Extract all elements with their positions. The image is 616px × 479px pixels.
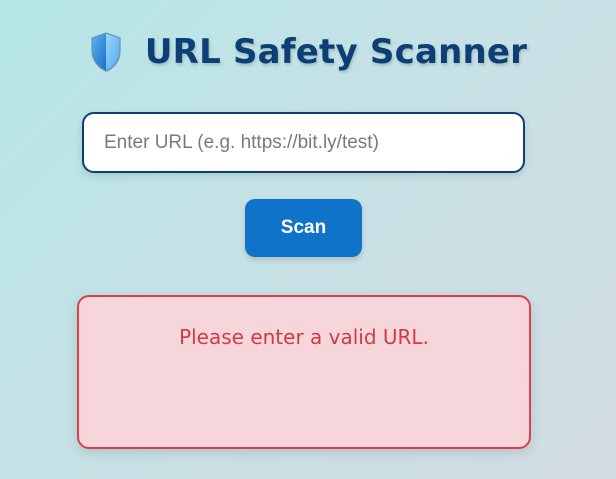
result-panel: Please enter a valid URL. (77, 295, 531, 449)
page-title: URL Safety Scanner (144, 32, 528, 72)
shield-icon (91, 32, 121, 72)
error-message: Please enter a valid URL. (179, 325, 429, 349)
app-header: URL Safety Scanner (0, 26, 616, 78)
scan-button[interactable]: Scan (245, 199, 362, 257)
url-input[interactable] (82, 112, 525, 173)
